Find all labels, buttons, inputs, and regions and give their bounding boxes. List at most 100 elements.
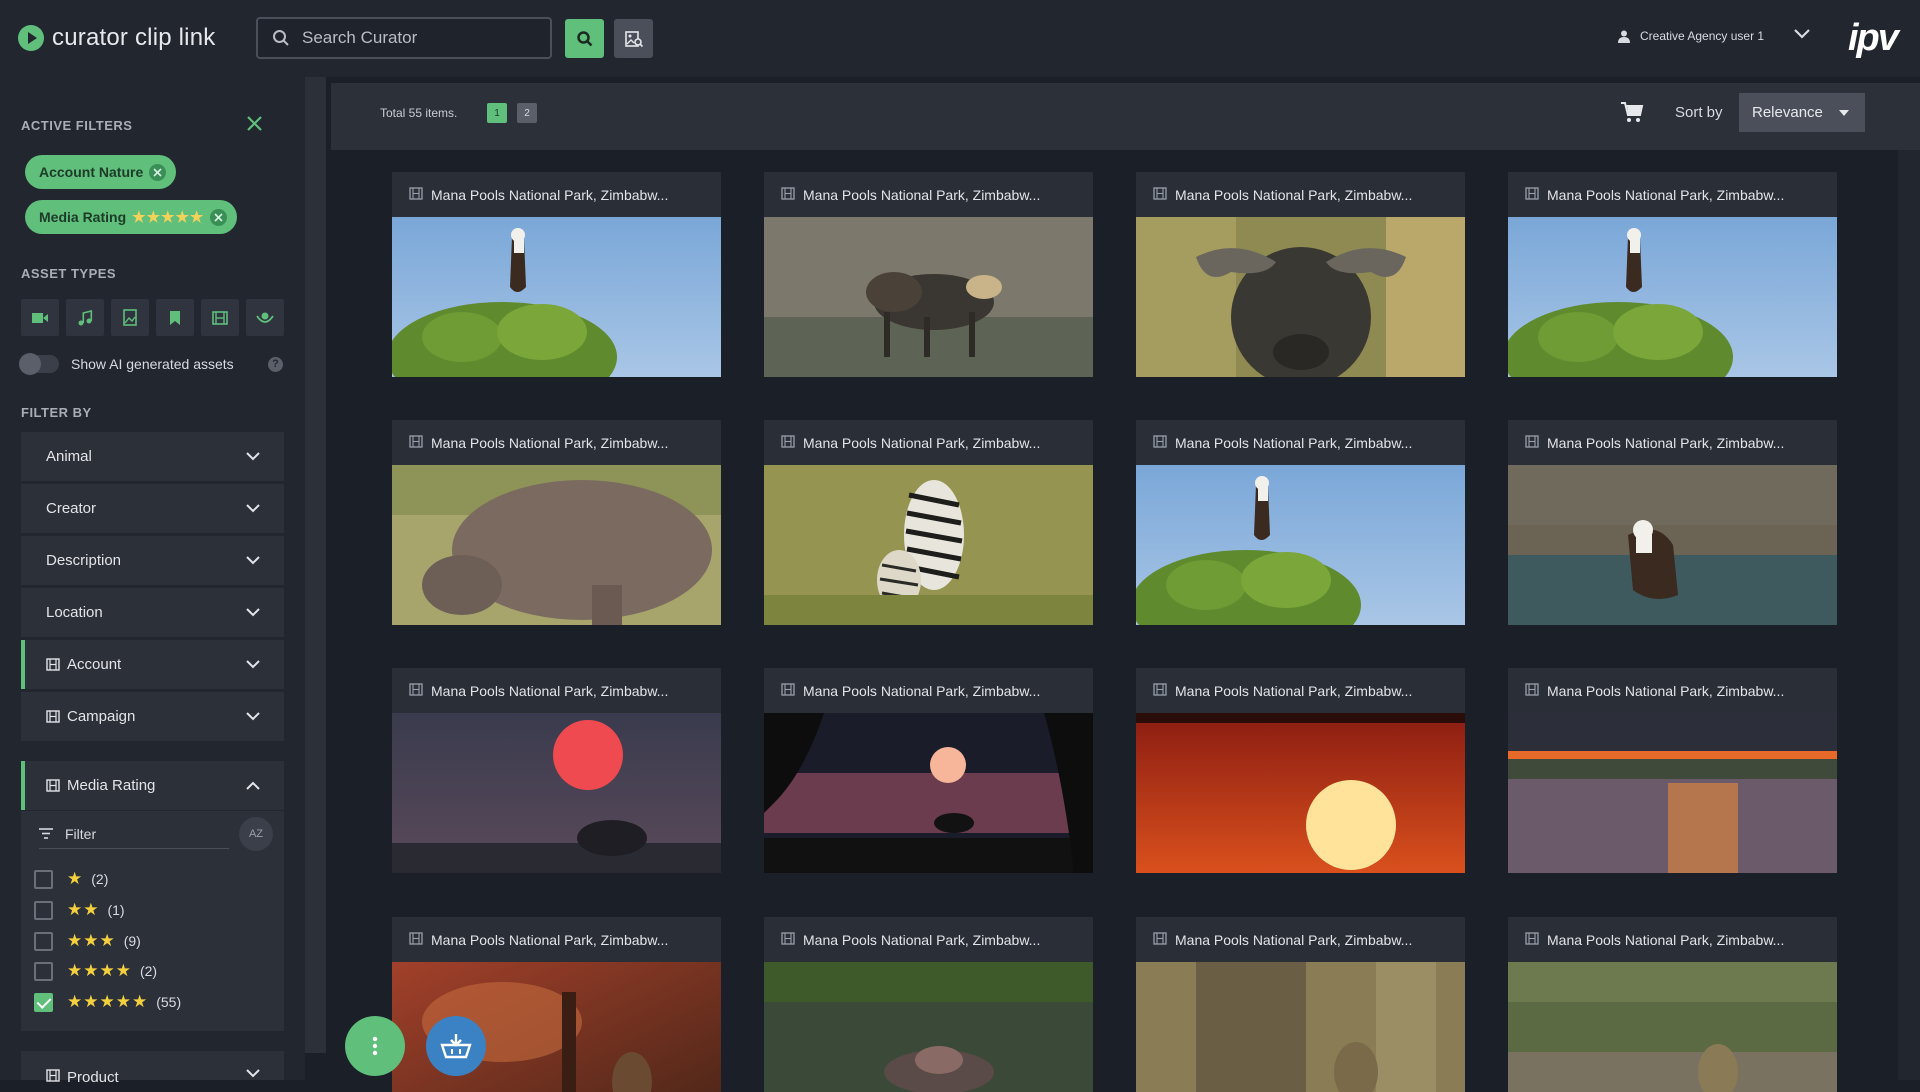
asset-card[interactable]: Mana Pools National Park, Zimbabw... [764,917,1093,1092]
asset-title: Mana Pools National Park, Zimbabw... [1547,682,1785,699]
page-2-button[interactable]: 2 [517,103,537,123]
remove-chip-icon[interactable] [149,163,167,181]
asset-card[interactable]: Mana Pools National Park, Zimbabw... [1136,420,1465,625]
filter-media-rating[interactable]: Media Rating [21,761,284,810]
sort-select[interactable]: Relevance [1739,93,1865,132]
asset-thumbnail[interactable] [1136,217,1465,377]
asset-type-video[interactable] [21,299,59,336]
help-icon[interactable]: ? [268,356,283,372]
asset-card-header: Mana Pools National Park, Zimbabw... [1136,668,1465,713]
film-icon [781,434,795,451]
asset-card[interactable]: Mana Pools National Park, Zimbabw... [1508,420,1837,625]
asset-type-image[interactable] [111,299,149,336]
asset-card-header: Mana Pools National Park, Zimbabw... [764,172,1093,217]
rating-checkbox[interactable] [34,992,53,1012]
asset-title: Mana Pools National Park, Zimbabw... [803,434,1041,451]
filter-location[interactable]: Location [21,588,284,637]
filter-campaign[interactable]: Campaign [21,692,284,741]
asset-thumbnail[interactable] [764,713,1093,873]
asset-card[interactable]: Mana Pools National Park, Zimbabw... [1136,917,1465,1092]
rating-checkbox[interactable] [34,961,53,981]
more-actions-button[interactable] [345,1016,405,1076]
app-name: curator clip link [52,24,216,51]
asset-title: Mana Pools National Park, Zimbabw... [431,682,669,699]
asset-thumbnail[interactable] [1136,962,1465,1092]
total-items: Total 55 items. [380,106,458,120]
media-rating-panel: Filter AZ ★ (2) ★★ (1) ★★★ (9) ★★★★ (2) … [21,811,284,1031]
search-button[interactable] [565,19,604,58]
asset-card-header: Mana Pools National Park, Zimbabw... [1508,917,1837,962]
image-search-button[interactable] [614,19,653,58]
asset-type-audio[interactable] [66,299,104,336]
asset-card[interactable]: Mana Pools National Park, Zimbabw... [392,668,721,873]
asset-thumbnail[interactable] [1508,962,1837,1092]
rating-checkbox[interactable] [34,869,53,889]
more-vertical-icon [372,1036,378,1056]
rating-filter-input[interactable]: Filter [39,819,229,849]
filter-chip-account-nature[interactable]: Account Nature [25,155,177,189]
cart-icon[interactable] [1620,101,1644,123]
asset-thumbnail[interactable] [764,465,1093,625]
asset-card[interactable]: Mana Pools National Park, Zimbabw... [1508,172,1837,377]
asset-thumbnail[interactable] [1508,217,1837,377]
asset-title: Mana Pools National Park, Zimbabw... [1175,434,1413,451]
asset-thumbnail[interactable] [392,217,721,377]
close-icon[interactable] [246,115,263,132]
ai-assets-toggle[interactable] [19,353,59,375]
asset-thumbnail[interactable] [1508,465,1837,625]
asset-card[interactable]: Mana Pools National Park, Zimbabw... [392,420,721,625]
rating-option-5[interactable]: ★★★★★ (55) [34,992,181,1012]
asset-card[interactable]: Mana Pools National Park, Zimbabw... [1136,668,1465,873]
asset-card[interactable]: Mana Pools National Park, Zimbabw... [1508,668,1837,873]
rating-checkbox[interactable] [34,931,53,951]
page-1-button[interactable]: 1 [487,103,507,123]
chevron-down-icon[interactable] [1793,28,1811,40]
content-scrollbar[interactable] [1898,150,1920,1080]
filter-label: Creator [46,500,97,517]
asset-thumbnail[interactable] [764,217,1093,377]
filter-label: Account [67,656,122,673]
film-icon [409,434,423,451]
search-input[interactable] [300,27,540,49]
user-name: Creative Agency user 1 [1640,29,1765,43]
basket-button[interactable] [426,1016,486,1076]
asset-type-ai[interactable] [246,299,284,336]
asset-card[interactable]: Mana Pools National Park, Zimbabw... [764,420,1093,625]
filter-product[interactable]: Product [21,1051,284,1086]
rating-checkbox[interactable] [34,900,53,920]
chip-label: Account Nature [39,164,144,180]
asset-card[interactable]: Mana Pools National Park, Zimbabw... [764,668,1093,873]
remove-chip-icon[interactable] [210,208,228,226]
asset-thumbnail[interactable] [1136,713,1465,873]
rating-option-3[interactable]: ★★★ (9) [34,931,141,951]
asset-card[interactable]: Mana Pools National Park, Zimbabw... [764,172,1093,377]
filter-lines-icon [39,828,53,839]
film-icon [781,682,795,699]
filter-chip-media-rating[interactable]: Media Rating ★★★★★ [25,200,238,234]
asset-card[interactable]: Mana Pools National Park, Zimbabw... [392,172,721,377]
sidebar-scrollbar[interactable] [305,77,326,1053]
asset-thumbnail[interactable] [764,962,1093,1092]
asset-thumbnail[interactable] [1508,713,1837,873]
filter-description[interactable]: Description [21,536,284,585]
asset-card[interactable]: Mana Pools National Park, Zimbabw... [1136,172,1465,377]
asset-thumbnail[interactable] [392,713,721,873]
asset-card-header: Mana Pools National Park, Zimbabw... [764,420,1093,465]
filter-creator[interactable]: Creator [21,484,284,533]
filter-animal[interactable]: Animal [21,432,284,481]
asset-type-film[interactable] [201,299,239,336]
asset-card[interactable]: Mana Pools National Park, Zimbabw... [1508,917,1837,1092]
rating-option-1[interactable]: ★ (2) [34,869,108,889]
sort-az-button[interactable]: AZ [239,817,273,851]
asset-thumbnail[interactable] [1136,465,1465,625]
rating-filter-label: Filter [65,825,97,842]
app-logo[interactable]: curator clip link [18,24,215,52]
rating-option-2[interactable]: ★★ (1) [34,900,125,920]
filter-account[interactable]: Account [21,640,284,689]
filter-by-heading: FILTER BY [21,405,92,420]
asset-type-bookmark[interactable] [156,299,194,336]
user-menu[interactable]: Creative Agency user 1 [1618,29,1764,43]
asset-thumbnail[interactable] [392,465,721,625]
rating-option-4[interactable]: ★★★★ (2) [34,961,157,981]
asset-card-header: Mana Pools National Park, Zimbabw... [392,172,721,217]
